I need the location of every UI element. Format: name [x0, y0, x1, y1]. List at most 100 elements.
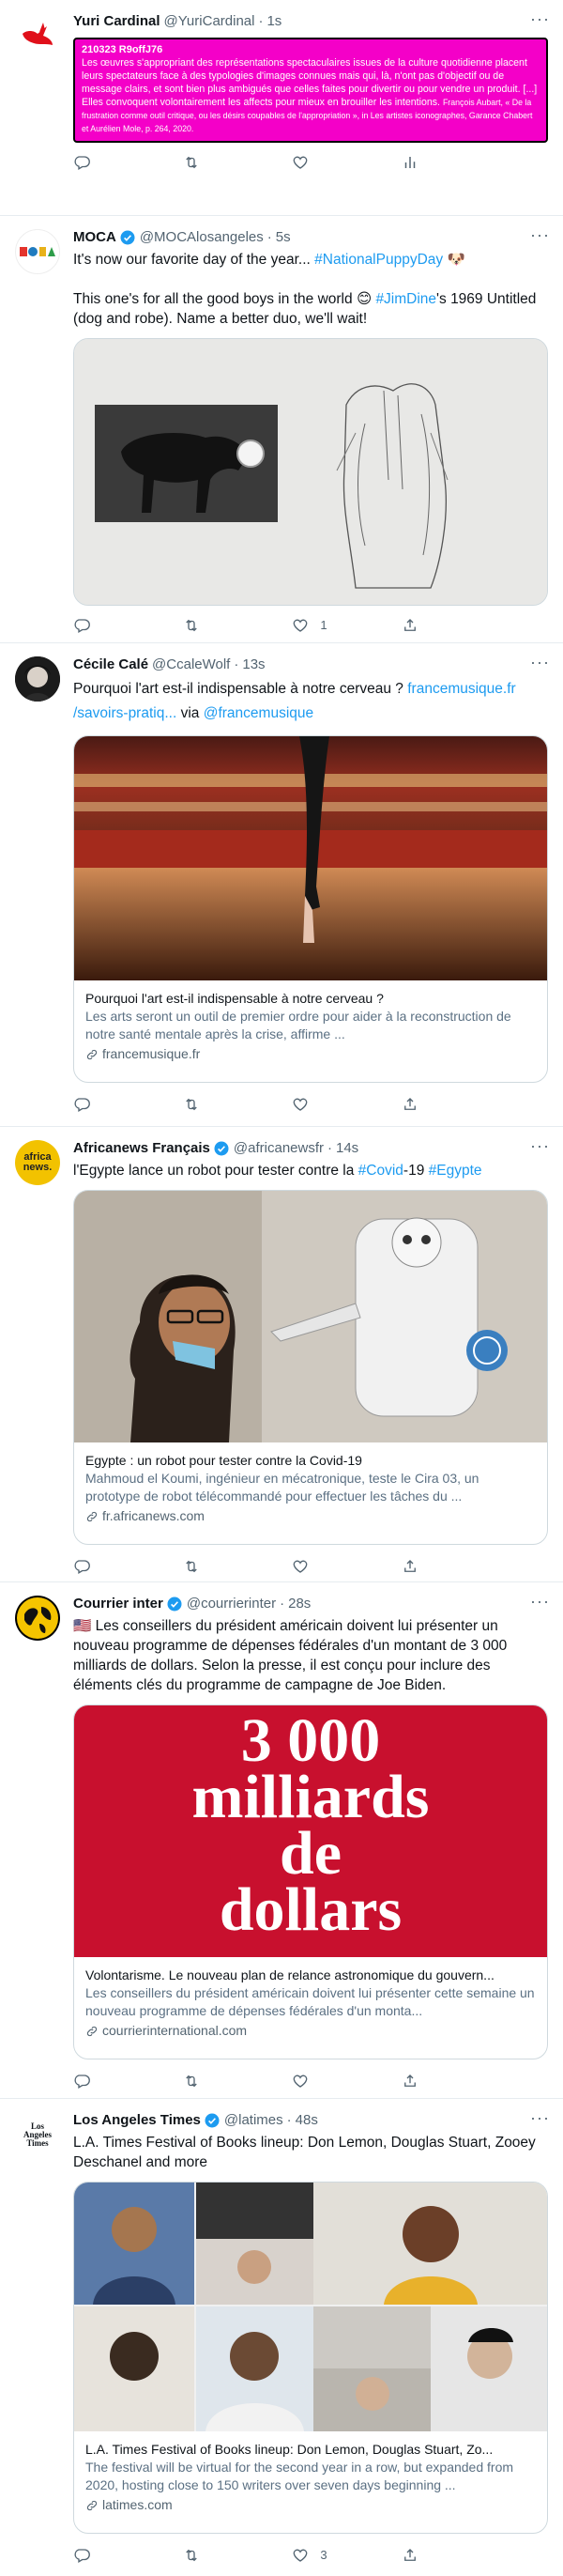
reply-button[interactable] — [73, 1558, 148, 1575]
card-image: 3 000 milliards de dollars — [74, 1705, 547, 1957]
analytics-button[interactable] — [402, 154, 477, 171]
reply-icon — [74, 1560, 90, 1574]
link-card[interactable]: Egypte : un robot pour tester contre la … — [73, 1190, 548, 1545]
link-card[interactable]: Pourquoi l'art est-il indispensable à no… — [73, 735, 548, 1083]
share-button[interactable] — [402, 1096, 477, 1113]
more-icon[interactable]: ··· — [530, 1593, 550, 1610]
display-name[interactable]: Africanews Français — [73, 1139, 210, 1158]
timestamp[interactable]: 28s — [288, 1595, 311, 1613]
user-handle[interactable]: @YuriCardinal — [164, 12, 255, 31]
avatar[interactable]: Los Angeles Times — [15, 2112, 60, 2157]
display-name[interactable]: MOCA — [73, 228, 116, 247]
reply-button[interactable] — [73, 617, 148, 634]
retweet-button[interactable] — [183, 154, 258, 171]
text-segment: L.A. Times Festival of Books lineup: Don… — [73, 2135, 536, 2170]
like-button[interactable] — [292, 1096, 367, 1113]
display-name[interactable]: Courrier inter — [73, 1595, 163, 1613]
like-icon — [293, 156, 308, 169]
card-meta: Egypte : un robot pour tester contre la … — [74, 1442, 547, 1535]
tweet-image[interactable] — [73, 338, 548, 606]
user-handle[interactable]: @africanewsfr — [234, 1139, 324, 1158]
tweet[interactable]: Yuri Cardinal @YuriCardinal · 1s ··· 210… — [0, 0, 563, 216]
verified-icon — [205, 2113, 220, 2128]
like-button[interactable] — [292, 1558, 367, 1575]
like-button[interactable] — [292, 2073, 367, 2090]
more-icon[interactable]: ··· — [530, 226, 550, 243]
hashtag-link[interactable]: #JimDine — [375, 291, 436, 307]
card-meta: Volontarisme. Le nouveau plan de relance… — [74, 1957, 547, 2049]
share-icon — [404, 1098, 416, 1110]
reply-button[interactable] — [73, 1096, 148, 1113]
globe-logo-icon — [17, 1597, 58, 1639]
more-icon[interactable]: ··· — [530, 1137, 550, 1154]
mention-link[interactable]: @francemusique — [204, 705, 313, 721]
share-button[interactable] — [402, 617, 477, 634]
share-button[interactable] — [402, 1558, 477, 1575]
latimes-logo-icon: Los Angeles Times — [23, 2121, 52, 2148]
user-handle[interactable]: @CcaleWolf — [152, 656, 230, 674]
display-name[interactable]: Cécile Calé — [73, 656, 148, 674]
like-button[interactable]: 1 — [292, 616, 367, 635]
tweet-text: l'Egypte lance un robot pour tester cont… — [73, 1161, 548, 1180]
share-icon — [404, 619, 416, 631]
hashtag-link[interactable]: #Covid — [358, 1163, 403, 1179]
share-icon — [404, 2075, 416, 2087]
tweet[interactable]: Cécile Calé @CcaleWolf · 13s ··· Pourquo… — [0, 643, 563, 1127]
user-handle[interactable]: @latimes — [224, 2111, 283, 2130]
avatar[interactable] — [15, 1596, 60, 1641]
avatar[interactable] — [15, 13, 60, 58]
card-domain-text: courrierinternational.com — [102, 2023, 248, 2038]
card-description: The festival will be virtual for the sec… — [85, 2460, 514, 2492]
separator: · — [258, 13, 264, 29]
share-button[interactable] — [402, 2073, 477, 2090]
reply-button[interactable] — [73, 2547, 148, 2564]
reply-button[interactable] — [73, 2073, 148, 2090]
link-card[interactable]: L.A. Times Festival of Books lineup: Don… — [73, 2182, 548, 2534]
retweet-button[interactable] — [183, 617, 258, 634]
user-handle[interactable]: @courrierinter — [187, 1595, 276, 1613]
image-headline-line: dollars — [219, 1875, 403, 1944]
tweet-actions — [73, 2061, 477, 2098]
tweet[interactable]: MOCA @MOCAlosangeles · 5s ··· It's now o… — [0, 216, 563, 643]
retweet-button[interactable] — [183, 2547, 258, 2564]
text-segment: Pourquoi l'art est-il indispensable à no… — [73, 681, 403, 697]
avatar[interactable]: africa news. — [15, 1140, 60, 1185]
hashtag-link[interactable]: #Egypte — [429, 1163, 482, 1179]
more-icon[interactable]: ··· — [530, 2109, 550, 2126]
like-icon — [293, 1098, 308, 1111]
display-name[interactable]: Los Angeles Times — [73, 2111, 201, 2130]
user-handle[interactable]: @MOCAlosangeles — [140, 228, 264, 247]
retweet-button[interactable] — [183, 1096, 258, 1113]
avatar[interactable] — [15, 656, 60, 702]
tweet-actions: 1 — [73, 606, 477, 642]
image-code: 210323 R9offJ76 — [82, 44, 163, 55]
timestamp[interactable]: 1s — [266, 12, 282, 31]
share-button[interactable] — [402, 2547, 477, 2564]
timestamp[interactable]: 5s — [276, 228, 291, 247]
retweet-button[interactable] — [183, 2073, 258, 2090]
retweet-icon — [185, 2549, 197, 2562]
more-icon[interactable]: ··· — [530, 10, 550, 27]
timestamp[interactable]: 48s — [296, 2111, 318, 2130]
card-domain: francemusique.fr — [85, 1045, 536, 1063]
more-icon[interactable]: ··· — [530, 654, 550, 671]
reply-button[interactable] — [73, 154, 148, 171]
tweet[interactable]: africa news. Africanews Français @africa… — [0, 1127, 563, 1582]
timestamp[interactable]: 14s — [336, 1139, 358, 1158]
display-name[interactable]: Yuri Cardinal — [73, 12, 160, 31]
card-meta: Pourquoi l'art est-il indispensable à no… — [74, 980, 547, 1072]
retweet-icon — [185, 1560, 197, 1573]
tweet[interactable]: Courrier inter @courrierinter · 28s ··· … — [0, 1582, 563, 2099]
cardinal-bird-icon — [23, 23, 53, 45]
hashtag-link[interactable]: #NationalPuppyDay — [314, 252, 443, 268]
share-icon — [404, 1560, 416, 1572]
tweet[interactable]: Los Angeles Times Los Angeles Times @lat… — [0, 2099, 563, 2576]
retweet-button[interactable] — [183, 1558, 258, 1575]
quote-image[interactable]: 210323 R9offJ76 Les œuvres s'appropriant… — [73, 38, 548, 143]
link-card[interactable]: 3 000 milliards de dollars Volontarisme.… — [73, 1704, 548, 2059]
like-button[interactable]: 3 — [292, 2546, 367, 2565]
like-button[interactable] — [292, 154, 367, 171]
avatar[interactable] — [15, 229, 60, 274]
timestamp[interactable]: 13s — [242, 656, 265, 674]
card-domain-text: latimes.com — [102, 2497, 173, 2512]
